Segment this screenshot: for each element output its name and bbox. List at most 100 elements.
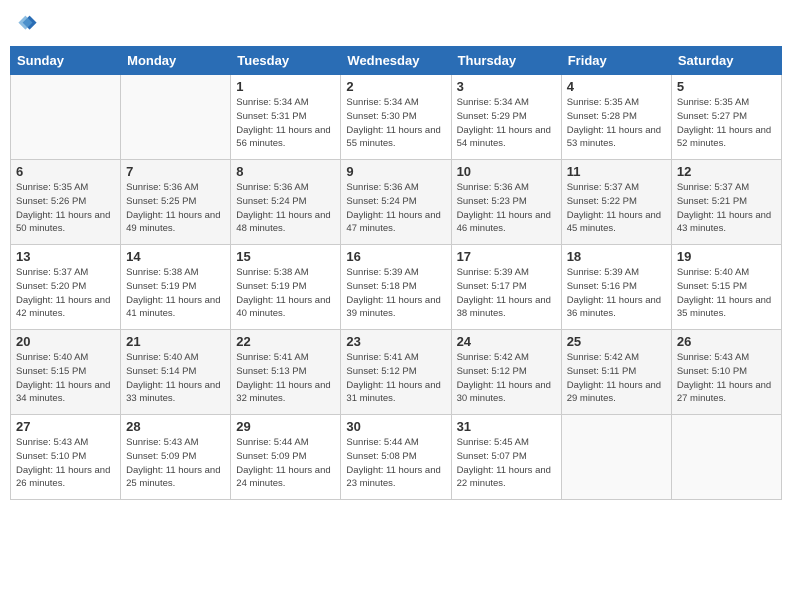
day-info: Sunrise: 5:43 AMSunset: 5:10 PMDaylight:…	[16, 436, 115, 491]
calendar-cell: 10 Sunrise: 5:36 AMSunset: 5:23 PMDayligh…	[451, 160, 561, 245]
day-number: 2	[346, 79, 445, 94]
day-number: 9	[346, 164, 445, 179]
logo	[10, 10, 42, 38]
day-number: 22	[236, 334, 335, 349]
day-number: 30	[346, 419, 445, 434]
calendar-cell: 25 Sunrise: 5:42 AMSunset: 5:11 PMDayligh…	[561, 330, 671, 415]
calendar-cell: 21Sunrise: 5:40 AMSunset: 5:14 PMDayligh…	[121, 330, 231, 415]
day-number: 7	[126, 164, 225, 179]
day-number: 26	[677, 334, 776, 349]
day-number: 24	[457, 334, 556, 349]
calendar-cell: 15Sunrise: 5:38 AMSunset: 5:19 PMDayligh…	[231, 245, 341, 330]
page-header	[10, 10, 782, 38]
day-info: Sunrise: 5:40 AMSunset: 5:15 PMDaylight:…	[677, 266, 776, 321]
calendar-week-row: 13 Sunrise: 5:37 AMSunset: 5:20 PMDayligh…	[11, 245, 782, 330]
calendar-cell: 12 Sunrise: 5:37 AMSunset: 5:21 PMDayligh…	[671, 160, 781, 245]
day-info: Sunrise: 5:39 AMSunset: 5:16 PMDaylight:…	[567, 266, 666, 321]
calendar-cell: 26 Sunrise: 5:43 AMSunset: 5:10 PMDayligh…	[671, 330, 781, 415]
day-header-wednesday: Wednesday	[341, 47, 451, 75]
calendar-cell: 20 Sunrise: 5:40 AMSunset: 5:15 PMDayligh…	[11, 330, 121, 415]
calendar-cell: 18 Sunrise: 5:39 AMSunset: 5:16 PMDayligh…	[561, 245, 671, 330]
day-info: Sunrise: 5:38 AMSunset: 5:19 PMDaylight:…	[236, 266, 335, 321]
day-number: 4	[567, 79, 666, 94]
day-info: Sunrise: 5:36 AMSunset: 5:23 PMDaylight:…	[457, 181, 556, 236]
day-number: 20	[16, 334, 115, 349]
day-info: Sunrise: 5:43 AMSunset: 5:10 PMDaylight:…	[677, 351, 776, 406]
day-info: Sunrise: 5:37 AMSunset: 5:21 PMDaylight:…	[677, 181, 776, 236]
calendar-cell: 9 Sunrise: 5:36 AMSunset: 5:24 PMDaylight…	[341, 160, 451, 245]
day-number: 6	[16, 164, 115, 179]
day-info: Sunrise: 5:35 AMSunset: 5:27 PMDaylight:…	[677, 96, 776, 151]
day-info: Sunrise: 5:36 AMSunset: 5:25 PMDaylight:…	[126, 181, 225, 236]
day-header-saturday: Saturday	[671, 47, 781, 75]
day-info: Sunrise: 5:44 AMSunset: 5:08 PMDaylight:…	[346, 436, 445, 491]
day-info: Sunrise: 5:45 AMSunset: 5:07 PMDaylight:…	[457, 436, 556, 491]
calendar-week-row: 1 Sunrise: 5:34 AMSunset: 5:31 PMDaylight…	[11, 75, 782, 160]
calendar-cell: 5 Sunrise: 5:35 AMSunset: 5:27 PMDaylight…	[671, 75, 781, 160]
day-info: Sunrise: 5:41 AMSunset: 5:12 PMDaylight:…	[346, 351, 445, 406]
day-info: Sunrise: 5:38 AMSunset: 5:19 PMDaylight:…	[126, 266, 225, 321]
calendar-cell: 4 Sunrise: 5:35 AMSunset: 5:28 PMDaylight…	[561, 75, 671, 160]
day-info: Sunrise: 5:40 AMSunset: 5:14 PMDaylight:…	[126, 351, 225, 406]
day-header-thursday: Thursday	[451, 47, 561, 75]
day-info: Sunrise: 5:41 AMSunset: 5:13 PMDaylight:…	[236, 351, 335, 406]
day-number: 29	[236, 419, 335, 434]
day-header-tuesday: Tuesday	[231, 47, 341, 75]
day-number: 5	[677, 79, 776, 94]
day-number: 23	[346, 334, 445, 349]
calendar-cell: 19 Sunrise: 5:40 AMSunset: 5:15 PMDayligh…	[671, 245, 781, 330]
day-info: Sunrise: 5:43 AMSunset: 5:09 PMDaylight:…	[126, 436, 225, 491]
day-header-sunday: Sunday	[11, 47, 121, 75]
day-number: 8	[236, 164, 335, 179]
day-number: 27	[16, 419, 115, 434]
calendar-cell: 1 Sunrise: 5:34 AMSunset: 5:31 PMDaylight…	[231, 75, 341, 160]
calendar-cell: 13 Sunrise: 5:37 AMSunset: 5:20 PMDayligh…	[11, 245, 121, 330]
day-number: 25	[567, 334, 666, 349]
day-info: Sunrise: 5:35 AMSunset: 5:28 PMDaylight:…	[567, 96, 666, 151]
day-number: 13	[16, 249, 115, 264]
calendar-cell: 22 Sunrise: 5:41 AMSunset: 5:13 PMDayligh…	[231, 330, 341, 415]
calendar-cell: 29 Sunrise: 5:44 AMSunset: 5:09 PMDayligh…	[231, 415, 341, 500]
calendar-cell: 30 Sunrise: 5:44 AMSunset: 5:08 PMDayligh…	[341, 415, 451, 500]
calendar-cell: 17 Sunrise: 5:39 AMSunset: 5:17 PMDayligh…	[451, 245, 561, 330]
day-number: 17	[457, 249, 556, 264]
day-info: Sunrise: 5:37 AMSunset: 5:20 PMDaylight:…	[16, 266, 115, 321]
day-number: 31	[457, 419, 556, 434]
logo-icon	[10, 10, 38, 38]
calendar-week-row: 6 Sunrise: 5:35 AMSunset: 5:26 PMDaylight…	[11, 160, 782, 245]
day-info: Sunrise: 5:37 AMSunset: 5:22 PMDaylight:…	[567, 181, 666, 236]
calendar-header-row: SundayMondayTuesdayWednesdayThursdayFrid…	[11, 47, 782, 75]
day-number: 16	[346, 249, 445, 264]
calendar-cell	[11, 75, 121, 160]
day-number: 28	[126, 419, 225, 434]
day-info: Sunrise: 5:39 AMSunset: 5:18 PMDaylight:…	[346, 266, 445, 321]
day-info: Sunrise: 5:39 AMSunset: 5:17 PMDaylight:…	[457, 266, 556, 321]
day-info: Sunrise: 5:34 AMSunset: 5:30 PMDaylight:…	[346, 96, 445, 151]
day-number: 11	[567, 164, 666, 179]
day-info: Sunrise: 5:42 AMSunset: 5:12 PMDaylight:…	[457, 351, 556, 406]
day-number: 10	[457, 164, 556, 179]
day-number: 12	[677, 164, 776, 179]
day-number: 19	[677, 249, 776, 264]
calendar-week-row: 27 Sunrise: 5:43 AMSunset: 5:10 PMDayligh…	[11, 415, 782, 500]
day-number: 14	[126, 249, 225, 264]
day-info: Sunrise: 5:36 AMSunset: 5:24 PMDaylight:…	[236, 181, 335, 236]
day-info: Sunrise: 5:44 AMSunset: 5:09 PMDaylight:…	[236, 436, 335, 491]
day-info: Sunrise: 5:42 AMSunset: 5:11 PMDaylight:…	[567, 351, 666, 406]
day-info: Sunrise: 5:40 AMSunset: 5:15 PMDaylight:…	[16, 351, 115, 406]
day-info: Sunrise: 5:34 AMSunset: 5:31 PMDaylight:…	[236, 96, 335, 151]
day-number: 18	[567, 249, 666, 264]
calendar-cell: 3 Sunrise: 5:34 AMSunset: 5:29 PMDaylight…	[451, 75, 561, 160]
calendar-cell: 7 Sunrise: 5:36 AMSunset: 5:25 PMDaylight…	[121, 160, 231, 245]
day-header-friday: Friday	[561, 47, 671, 75]
calendar-cell: 27 Sunrise: 5:43 AMSunset: 5:10 PMDayligh…	[11, 415, 121, 500]
day-info: Sunrise: 5:34 AMSunset: 5:29 PMDaylight:…	[457, 96, 556, 151]
day-info: Sunrise: 5:35 AMSunset: 5:26 PMDaylight:…	[16, 181, 115, 236]
day-info: Sunrise: 5:36 AMSunset: 5:24 PMDaylight:…	[346, 181, 445, 236]
day-number: 1	[236, 79, 335, 94]
calendar-cell: 2 Sunrise: 5:34 AMSunset: 5:30 PMDaylight…	[341, 75, 451, 160]
day-number: 3	[457, 79, 556, 94]
calendar-cell: 16 Sunrise: 5:39 AMSunset: 5:18 PMDayligh…	[341, 245, 451, 330]
calendar-cell: 23 Sunrise: 5:41 AMSunset: 5:12 PMDayligh…	[341, 330, 451, 415]
calendar-cell: 11 Sunrise: 5:37 AMSunset: 5:22 PMDayligh…	[561, 160, 671, 245]
